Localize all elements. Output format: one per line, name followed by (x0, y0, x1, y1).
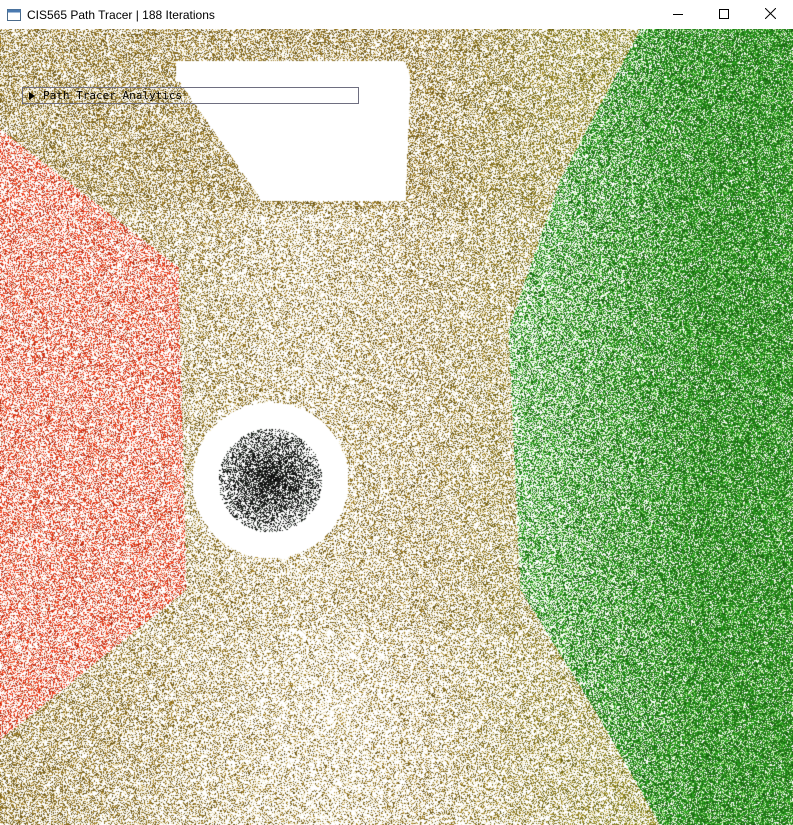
title-bar[interactable]: CIS565 Path Tracer | 188 Iterations (0, 0, 793, 29)
maximize-button[interactable] (701, 0, 747, 29)
maximize-icon (719, 6, 729, 24)
analytics-panel-label: Path Tracer Analytics (43, 89, 183, 102)
render-viewport[interactable]: Path Tracer Analytics (0, 29, 793, 825)
minimize-icon (673, 6, 683, 24)
close-icon (764, 6, 776, 24)
path-traced-render (0, 29, 793, 825)
window-title: CIS565 Path Tracer | 188 Iterations (27, 7, 215, 22)
close-button[interactable] (747, 0, 793, 29)
analytics-panel-header[interactable]: Path Tracer Analytics (22, 87, 359, 104)
collapse-arrow-icon (29, 91, 35, 100)
app-window: CIS565 Path Tracer | 188 Iterations Path… (0, 0, 793, 825)
minimize-button[interactable] (655, 0, 701, 29)
app-window-icon (7, 8, 21, 22)
window-controls (655, 0, 793, 29)
